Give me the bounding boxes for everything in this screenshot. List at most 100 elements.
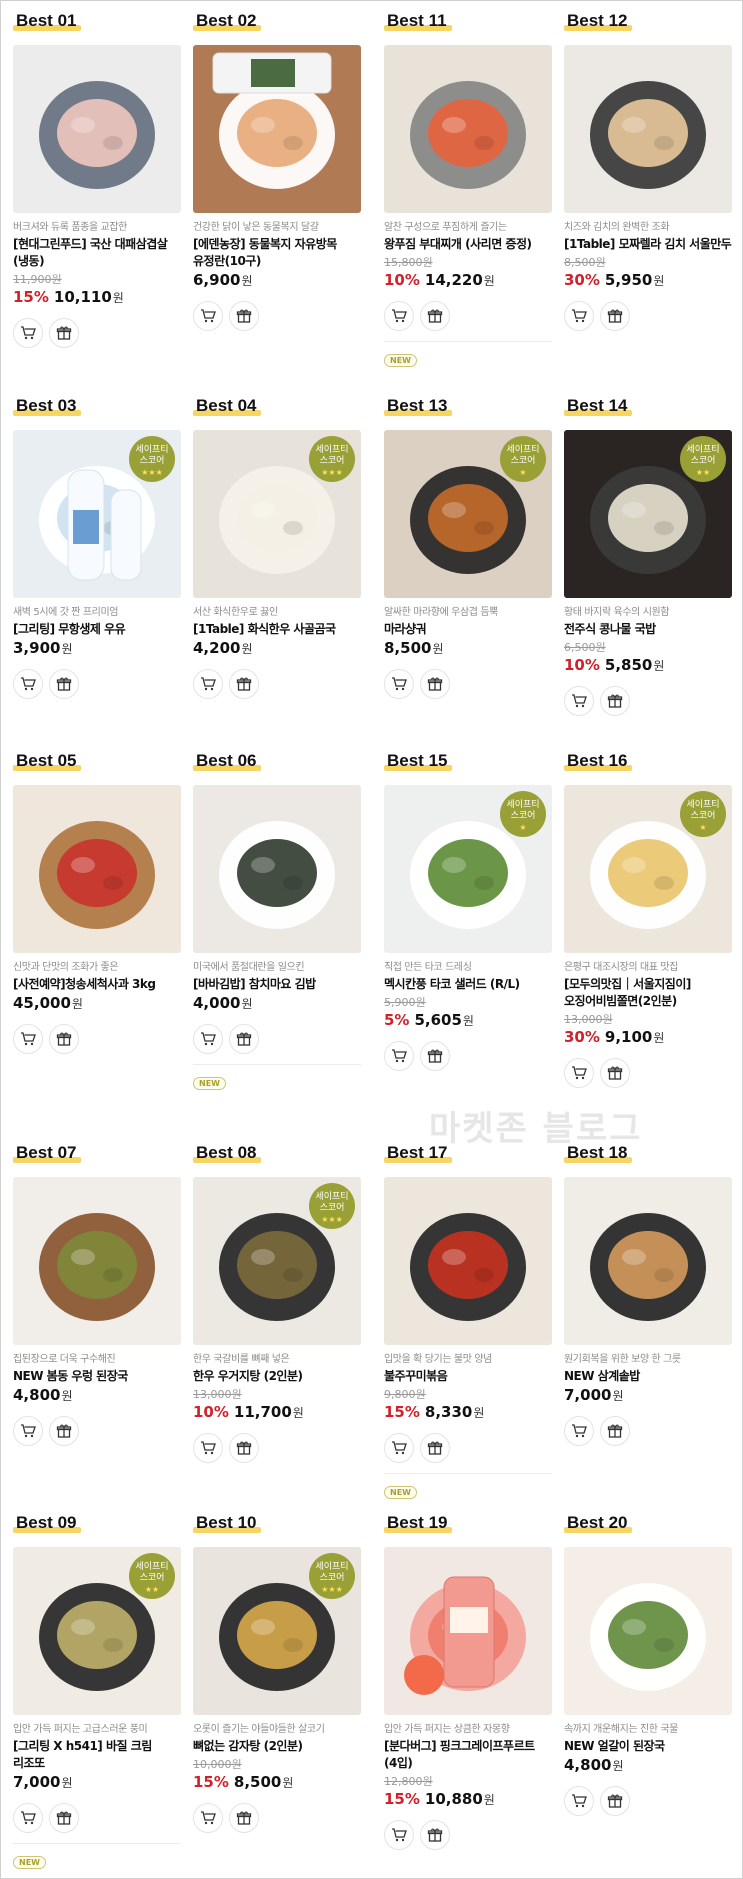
product-card[interactable]: Best 05 신맛과 단맛의 조화가 좋은 [사전예약]청송세척사과 3kg 45,… [13, 749, 181, 1054]
add-to-cart-button[interactable] [193, 1433, 223, 1463]
add-to-cart-button[interactable] [193, 669, 223, 699]
gift-button[interactable] [229, 1803, 259, 1833]
product-name[interactable]: NEW 얼갈이 된장국 [564, 1738, 732, 1755]
add-to-cart-button[interactable] [193, 301, 223, 331]
product-image[interactable] [13, 45, 181, 213]
add-to-cart-button[interactable] [384, 1433, 414, 1463]
add-to-cart-button[interactable] [193, 1803, 223, 1833]
product-card[interactable]: Best 04 세이프티 스코어 ★★★ 서산 화식한우로 끓인 [1Table] 화식한… [193, 394, 361, 699]
add-to-cart-button[interactable] [13, 1803, 43, 1833]
add-to-cart-button[interactable] [13, 318, 43, 348]
product-image[interactable]: 세이프티 스코어 ★★ [13, 1547, 181, 1715]
product-name[interactable]: 불주꾸미볶음 [384, 1368, 552, 1385]
product-card[interactable]: Best 11 알찬 구성으로 푸짐하게 즐기는 왕푸짐 부대찌개 (사리면 증정)… [384, 9, 552, 367]
gift-button[interactable] [420, 1433, 450, 1463]
gift-button[interactable] [420, 1820, 450, 1850]
product-name[interactable]: 한우 우거지탕 (2인분) [193, 1368, 361, 1385]
gift-button[interactable] [49, 1024, 79, 1054]
product-card[interactable]: Best 01 버크셔와 듀록 품종을 교잡한 [현대그린푸드] 국산 대패삼겹살(… [13, 9, 181, 348]
product-image[interactable] [384, 1547, 552, 1715]
product-card[interactable]: Best 02 건강한 닭이 낳은 동물복지 달걀 [에덴농장] 동물복지 자유방목… [193, 9, 361, 331]
product-image[interactable] [384, 1177, 552, 1345]
product-name[interactable]: [분다버그] 핑크그레이프푸르트 (4입) [384, 1738, 552, 1772]
product-image[interactable]: 세이프티 스코어 ★★ [564, 430, 732, 598]
add-to-cart-button[interactable] [384, 301, 414, 331]
product-card[interactable]: Best 16 세이프티 스코어 ★ 은평구 대조시장의 대표 맛집 [모두의맛집｜서울지… [564, 749, 732, 1088]
add-to-cart-button[interactable] [13, 1024, 43, 1054]
product-card[interactable]: Best 10 세이프티 스코어 ★★★ 오롯이 즐기는 야들야들한 살코기 뼈없는 감자… [193, 1511, 361, 1833]
add-to-cart-button[interactable] [193, 1024, 223, 1054]
product-card[interactable]: Best 20 속까지 개운해지는 진한 국물 NEW 얼갈이 된장국 4,800원 [564, 1511, 732, 1816]
product-card[interactable]: Best 19 입안 가득 퍼지는 상큼한 자몽향 [분다버그] 핑크그레이프푸르트… [384, 1511, 552, 1850]
product-card[interactable]: Best 09 세이프티 스코어 ★★ 입안 가득 퍼지는 고급스러운 풍미 [그리팅 X… [13, 1511, 181, 1869]
gift-button[interactable] [229, 1024, 259, 1054]
gift-button[interactable] [49, 1416, 79, 1446]
gift-button[interactable] [600, 1416, 630, 1446]
gift-button[interactable] [229, 1433, 259, 1463]
add-to-cart-button[interactable] [384, 1820, 414, 1850]
gift-button[interactable] [420, 301, 450, 331]
add-to-cart-button[interactable] [564, 301, 594, 331]
product-name[interactable]: [모두의맛집｜서울지짐이] 오징어비빔쫄면(2인분) [564, 976, 732, 1010]
gift-button[interactable] [600, 301, 630, 331]
product-image[interactable]: 세이프티 스코어 ★ [384, 785, 552, 953]
product-image[interactable]: 세이프티 스코어 ★ [564, 785, 732, 953]
product-image[interactable]: 세이프티 스코어 ★★★ [13, 430, 181, 598]
gift-button[interactable] [49, 318, 79, 348]
product-name[interactable]: NEW 삼계솥밥 [564, 1368, 732, 1385]
gift-button[interactable] [600, 686, 630, 716]
product-card[interactable]: Best 18 원기회복을 위한 보양 한 그릇 NEW 삼계솥밥 7,000원 [564, 1141, 732, 1446]
product-card[interactable]: Best 15 세이프티 스코어 ★ 직접 만든 타코 드레싱 멕시칸풍 타코 샐러드 (… [384, 749, 552, 1071]
product-name[interactable]: [현대그린푸드] 국산 대패삼겹살(냉동) [13, 236, 181, 270]
gift-button[interactable] [229, 669, 259, 699]
product-image[interactable] [564, 1177, 732, 1345]
product-card[interactable]: Best 06 미국에서 품절대란을 일으킨 [바바김밥] 참치마요 김밥 4,000… [193, 749, 361, 1090]
product-name[interactable]: 뼈없는 감자탕 (2인분) [193, 1738, 361, 1755]
product-name[interactable]: [바바김밥] 참치마요 김밥 [193, 976, 361, 993]
product-image[interactable] [13, 785, 181, 953]
product-name[interactable]: [에덴농장] 동물복지 자유방목 유정란(10구) [193, 236, 361, 270]
product-name[interactable]: [사전예약]청송세척사과 3kg [13, 976, 181, 993]
gift-button[interactable] [420, 1041, 450, 1071]
product-image[interactable] [564, 1547, 732, 1715]
product-image[interactable]: 세이프티 스코어 ★★★ [193, 1547, 361, 1715]
product-name[interactable]: 전주식 콩나물 국밥 [564, 621, 732, 638]
product-name[interactable]: 왕푸짐 부대찌개 (사리면 증정) [384, 236, 552, 253]
product-card[interactable]: Best 12 치즈와 김치의 완벽한 조화 [1Table] 모짜렐라 김치 서울… [564, 9, 732, 331]
product-card[interactable]: Best 07 집된장으로 더욱 구수해진 NEW 봄동 우렁 된장국 4,800원 [13, 1141, 181, 1446]
product-image[interactable] [193, 785, 361, 953]
add-to-cart-button[interactable] [13, 669, 43, 699]
add-to-cart-button[interactable] [384, 1041, 414, 1071]
product-image[interactable]: 세이프티 스코어 ★ [384, 430, 552, 598]
product-image[interactable]: 세이프티 스코어 ★★★ [193, 1177, 361, 1345]
product-name[interactable]: [그리팅 X h541] 바질 크림 리조또 [13, 1738, 181, 1772]
gift-button[interactable] [600, 1058, 630, 1088]
add-to-cart-button[interactable] [564, 1416, 594, 1446]
product-card[interactable]: Best 17 입맛을 확 당기는 불맛 양념 불주꾸미볶음 9,800원 15% 8,3… [384, 1141, 552, 1499]
product-image[interactable] [384, 45, 552, 213]
product-image[interactable]: 세이프티 스코어 ★★★ [193, 430, 361, 598]
product-image[interactable] [13, 1177, 181, 1345]
product-name[interactable]: [1Table] 화식한우 사골곰국 [193, 621, 361, 638]
product-card[interactable]: Best 03 세이프티 스코어 ★★★ 새벽 5시에 갓 짠 프리미엄 [그리팅] 무항… [13, 394, 181, 699]
product-name[interactable]: 멕시칸풍 타코 샐러드 (R/L) [384, 976, 552, 993]
add-to-cart-button[interactable] [564, 1786, 594, 1816]
gift-button[interactable] [49, 669, 79, 699]
product-name[interactable]: [1Table] 모짜렐라 김치 서울만두 [564, 236, 732, 253]
add-to-cart-button[interactable] [384, 669, 414, 699]
product-name[interactable]: [그리팅] 무항생제 우유 [13, 621, 181, 638]
gift-button[interactable] [420, 669, 450, 699]
product-card[interactable]: Best 14 세이프티 스코어 ★★ 황태 바지락 육수의 시원함 전주식 콩나물 국밥… [564, 394, 732, 716]
product-image[interactable] [564, 45, 732, 213]
product-card[interactable]: Best 08 세이프티 스코어 ★★★ 한우 국갈비를 뼈째 넣은 한우 우거지탕 (2… [193, 1141, 361, 1463]
add-to-cart-button[interactable] [564, 1058, 594, 1088]
product-card[interactable]: Best 13 세이프티 스코어 ★ 알싸한 마라향에 우삼겹 듬뿍 마라샹궈 8,500원 [384, 394, 552, 699]
product-name[interactable]: NEW 봄동 우렁 된장국 [13, 1368, 181, 1385]
product-image[interactable] [193, 45, 361, 213]
gift-button[interactable] [229, 301, 259, 331]
add-to-cart-button[interactable] [13, 1416, 43, 1446]
add-to-cart-button[interactable] [564, 686, 594, 716]
gift-button[interactable] [49, 1803, 79, 1833]
gift-button[interactable] [600, 1786, 630, 1816]
product-name[interactable]: 마라샹궈 [384, 621, 552, 638]
